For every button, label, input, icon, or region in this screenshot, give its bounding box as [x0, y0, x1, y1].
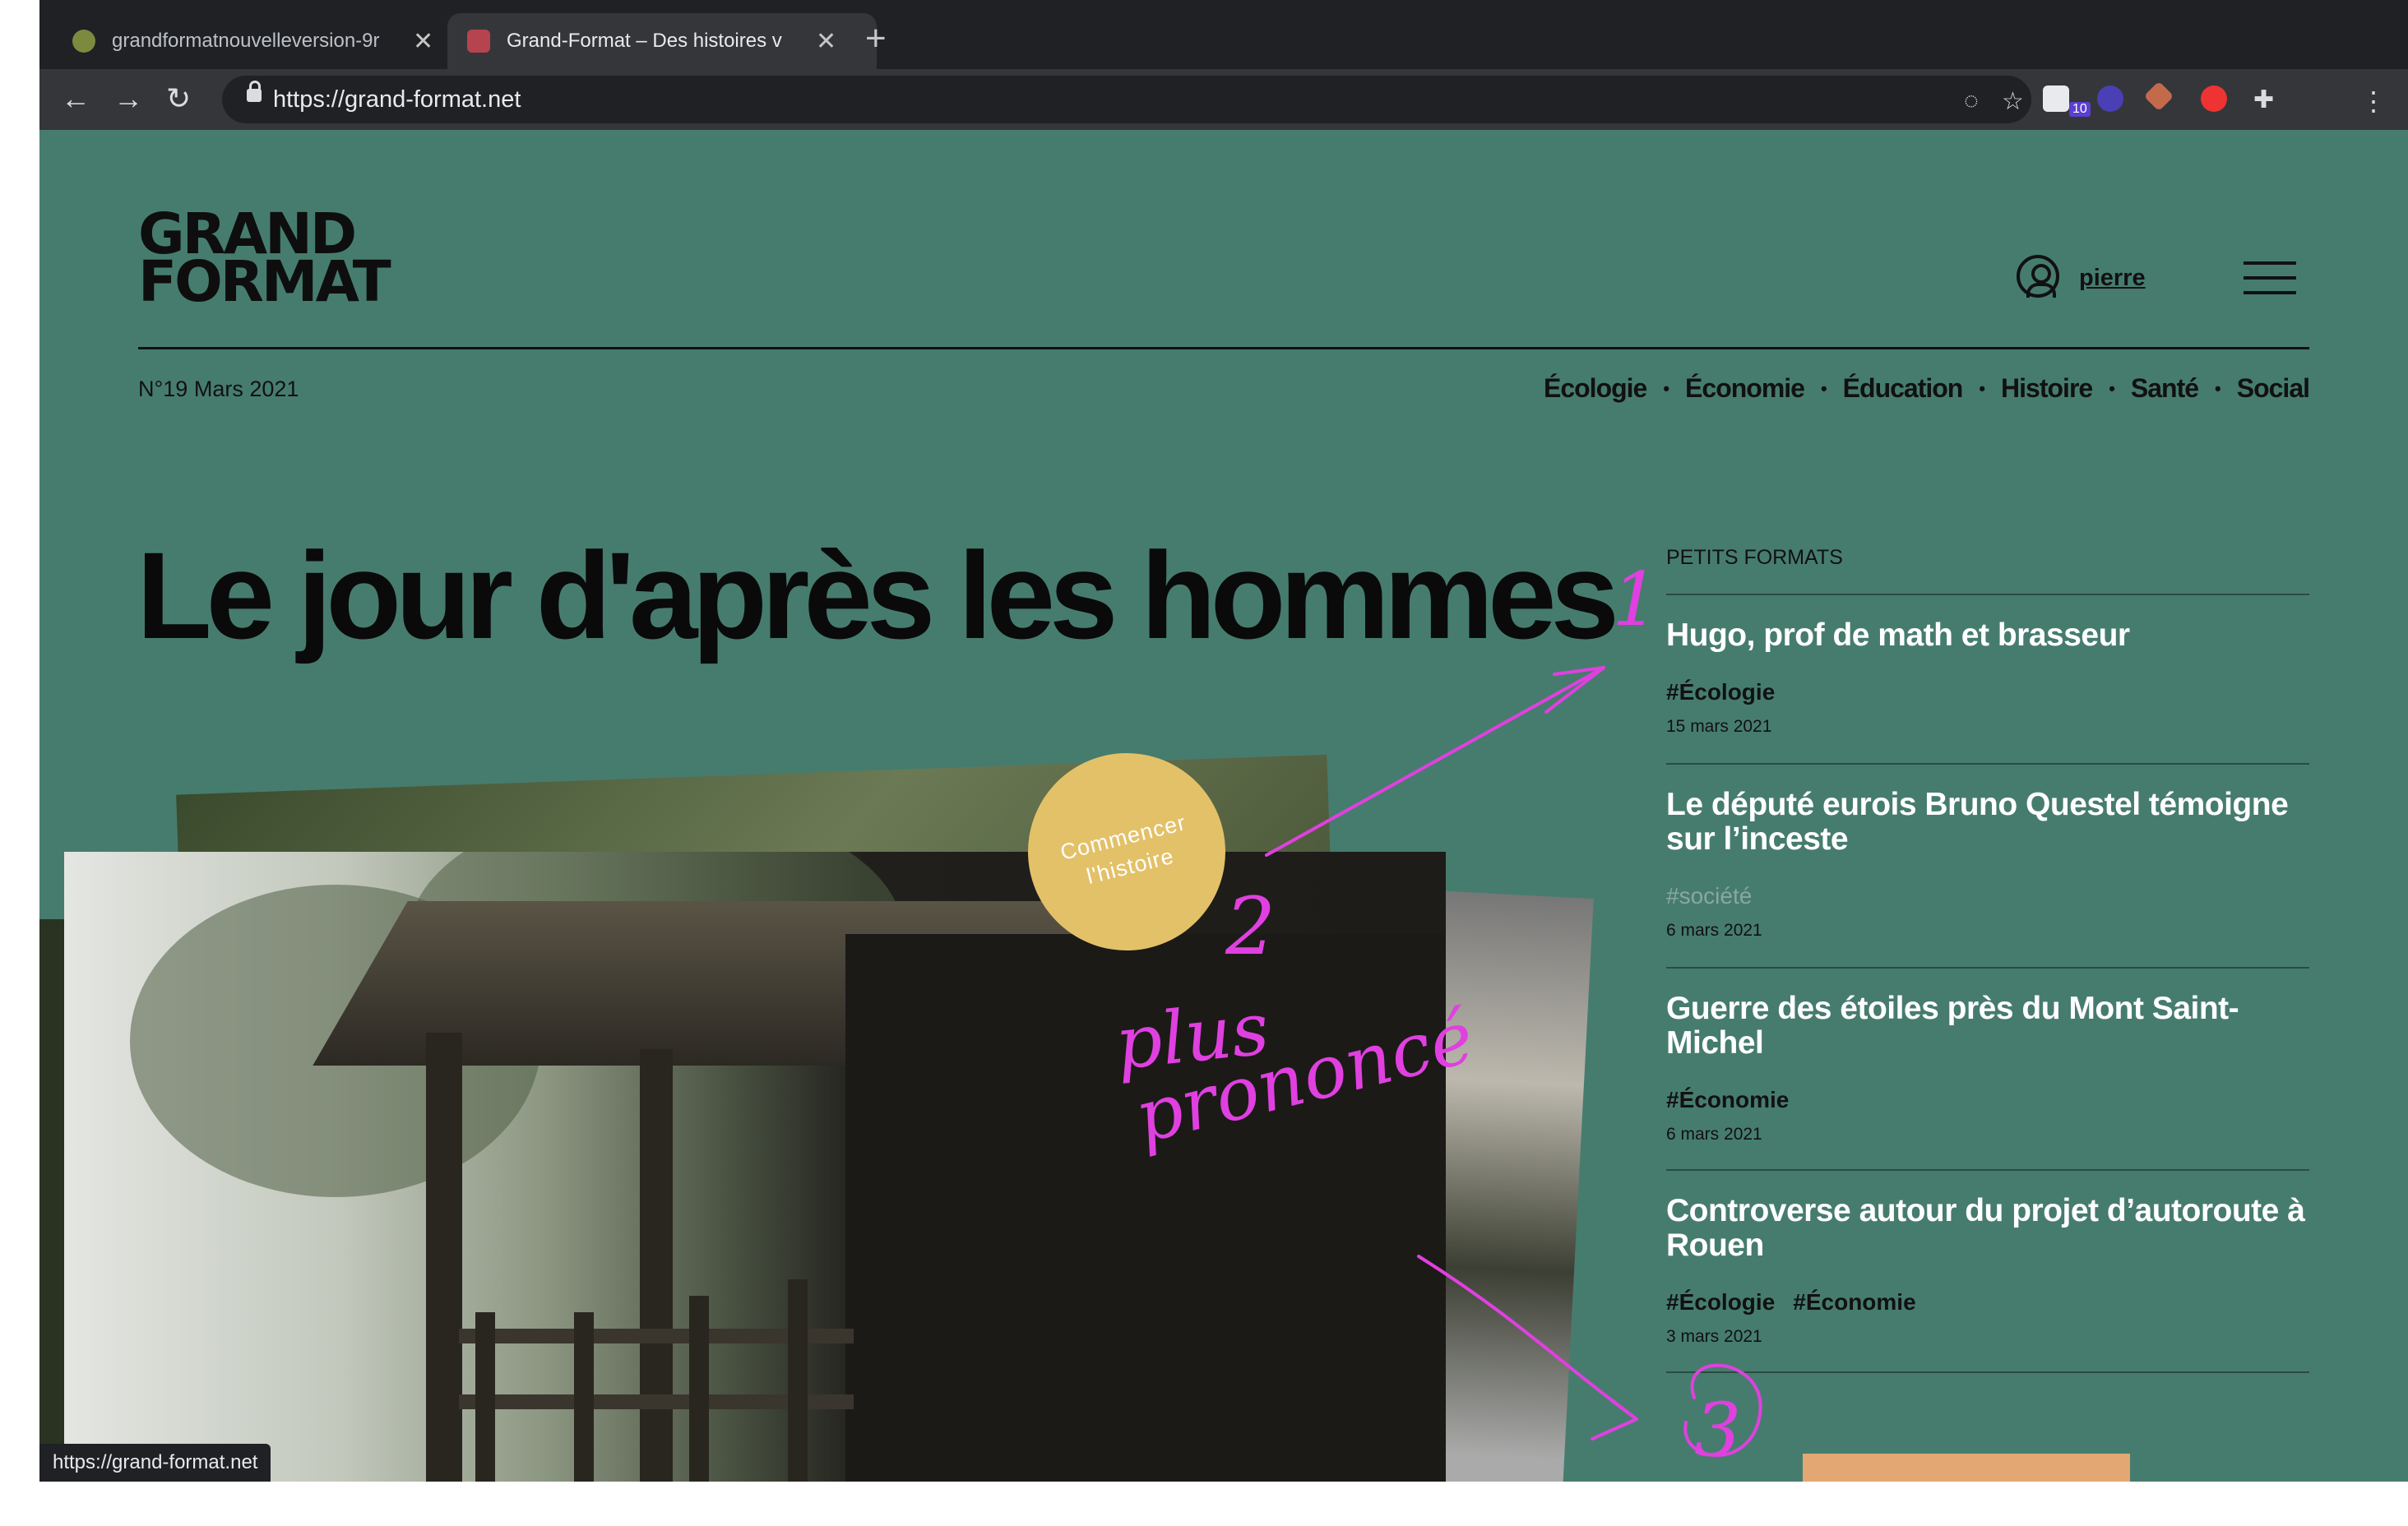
site-logo[interactable]: GRAND FORMAT [138, 206, 391, 315]
article-title[interactable]: Guerre des étoiles près du Mont Saint-Mi… [1666, 992, 2309, 1061]
tab-favicon-icon [467, 30, 490, 53]
adblock-extension-icon[interactable] [2201, 86, 2227, 112]
sidebar-divider [1666, 594, 2309, 595]
username-link[interactable]: pierre [2079, 265, 2146, 292]
nav-ecologie[interactable]: Écologie [1544, 373, 1647, 404]
new-tab-icon[interactable]: + [865, 18, 887, 59]
address-bar[interactable]: https://grand-format.net ◌ ☆ [222, 76, 2031, 123]
more-menu-icon[interactable]: ⋮ [2360, 86, 2387, 116]
article-title[interactable]: Controverse autour du projet d’autoroute… [1666, 1194, 2309, 1263]
close-tab-icon[interactable]: ✕ [816, 27, 836, 56]
article-tags: #Écologie #Économie [1666, 1289, 1934, 1316]
forward-icon[interactable]: → [113, 84, 143, 113]
sidebar-divider [1666, 1371, 2309, 1373]
tag-link[interactable]: #société [1666, 883, 1752, 909]
nav-social[interactable]: Social [2237, 373, 2310, 404]
nav-education[interactable]: Éducation [1843, 373, 1964, 404]
sidebar-divider [1666, 967, 2309, 969]
url-text[interactable]: https://grand-format.net [273, 86, 521, 113]
shelter-post [640, 1049, 673, 1482]
webpage: GRAND FORMAT pierre N°19 Mars 2021 Écolo… [39, 130, 2408, 1482]
tag-link[interactable]: #Écologie [1666, 679, 1775, 705]
category-nav: Écologie • Économie • Éducation • Histoire •… [1543, 373, 2310, 404]
lock-icon [247, 81, 262, 102]
header-divider [138, 347, 2309, 349]
status-bar-url: https://grand-format.net [39, 1444, 271, 1482]
hero-photo-main[interactable] [64, 852, 1446, 1482]
issue-label: N°19 Mars 2021 [138, 377, 299, 401]
reload-icon[interactable]: ↻ [166, 84, 191, 113]
sidebar-heading: PETITS FORMATS [1666, 546, 1843, 569]
fence-post [475, 1312, 495, 1482]
tab-title: grandformatnouvelleversion-9r [112, 30, 380, 52]
article-date: 15 mars 2021 [1666, 717, 1772, 736]
tab-title: Grand-Format – Des histoires v [507, 30, 782, 52]
close-tab-icon[interactable]: ✕ [413, 27, 433, 56]
sidebar-divider [1666, 763, 2309, 765]
shelter-wall [845, 934, 1446, 1482]
article-title[interactable]: Hugo, prof de math et brasseur [1666, 618, 2309, 653]
article-tags: #Économie [1666, 1087, 1807, 1113]
bookmark-star-icon[interactable]: ☆ [2002, 87, 2024, 116]
extension-badge: 10 [2069, 102, 2091, 117]
tab-grand-format-active[interactable]: Grand-Format – Des histoires v ✕ [447, 13, 877, 69]
extension-icon[interactable] [2097, 86, 2123, 112]
eye-off-icon[interactable]: ◌ [1964, 87, 1979, 115]
tab-grandformat-preview[interactable]: grandformatnouvelleversion-9r ✕ [72, 13, 475, 69]
article-date: 6 mars 2021 [1666, 1125, 1762, 1144]
tag-link[interactable]: #Économie [1666, 1087, 1789, 1112]
orange-button-partial[interactable] [1803, 1454, 2130, 1482]
tab-strip: grandformatnouvelleversion-9r ✕ Grand-Fo… [39, 0, 2408, 69]
fence-post [689, 1296, 709, 1482]
fence-post [788, 1279, 808, 1482]
user-icon[interactable] [2017, 255, 2059, 298]
logo-line: FORMAT [138, 249, 391, 315]
hero-headline[interactable]: Le jour d'après les hommes [137, 525, 1619, 667]
nav-economie[interactable]: Économie [1685, 373, 1805, 404]
puzzle-extensions-icon[interactable]: ✚ [2253, 86, 2280, 113]
shelter-post [426, 1033, 462, 1482]
article-title[interactable]: Le député eurois Bruno Questel témoigne … [1666, 788, 2309, 857]
fence-post [574, 1312, 594, 1482]
tag-link[interactable]: #Économie [1793, 1289, 1915, 1315]
nav-sante[interactable]: Santé [2131, 373, 2199, 404]
notion-extension-icon[interactable] [2043, 86, 2069, 112]
article-date: 6 mars 2021 [1666, 921, 1762, 940]
sidebar-divider [1666, 1169, 2309, 1171]
tag-link[interactable]: #Écologie [1666, 1289, 1775, 1315]
article-tags: #Écologie [1666, 679, 1793, 705]
nav-histoire[interactable]: Histoire [2001, 373, 2093, 404]
article-tags: #société [1666, 883, 1770, 909]
back-icon[interactable]: ← [61, 84, 90, 113]
article-date: 3 mars 2021 [1666, 1327, 1762, 1346]
tab-favicon-icon [72, 30, 95, 53]
hamburger-menu-icon[interactable] [2244, 261, 2296, 294]
